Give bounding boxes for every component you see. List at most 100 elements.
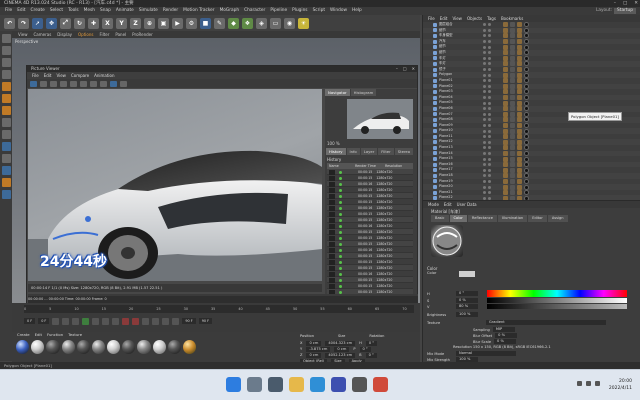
phong-tag-icon[interactable]: [503, 178, 508, 184]
material-swatch[interactable]: [107, 340, 121, 354]
visibility-flags[interactable]: [483, 79, 491, 83]
menu-item[interactable]: Motion Tracker: [183, 8, 214, 13]
pv-region-icon[interactable]: [60, 80, 67, 87]
uvw-tag-icon[interactable]: [510, 150, 515, 156]
uvw-tag-icon[interactable]: [510, 167, 515, 173]
visibility-flags[interactable]: [483, 174, 491, 178]
object-menu-item[interactable]: Tags: [487, 16, 496, 21]
render-visibility-icon[interactable]: [488, 146, 491, 150]
render-visibility-icon[interactable]: [488, 96, 491, 100]
phong-tag-icon[interactable]: [503, 128, 508, 134]
editor-visibility-icon[interactable]: [483, 90, 486, 94]
uvw-tag-icon[interactable]: [510, 95, 515, 101]
selection-tag-icon[interactable]: [517, 162, 522, 168]
visibility-flags[interactable]: [483, 151, 491, 155]
editor-visibility-icon[interactable]: [483, 123, 486, 127]
tab-histogram[interactable]: Histogram: [350, 89, 377, 96]
undo-icon[interactable]: ↶: [4, 17, 15, 29]
phong-tag-icon[interactable]: [503, 67, 508, 73]
editor-visibility-icon[interactable]: [483, 56, 486, 60]
selection-tag-icon[interactable]: [517, 22, 522, 28]
search-icon[interactable]: [247, 377, 262, 392]
object-menu-item[interactable]: Edit: [440, 16, 448, 21]
x-axis-button[interactable]: X: [102, 17, 113, 29]
render-picture-icon[interactable]: ▶: [172, 17, 183, 29]
material-swatch[interactable]: [167, 340, 181, 354]
material-swatch[interactable]: [91, 340, 106, 354]
maximize-icon[interactable]: □: [623, 0, 627, 7]
menu-item[interactable]: Create: [31, 8, 45, 13]
live-select-icon[interactable]: ➚: [32, 17, 43, 29]
render-visibility-icon[interactable]: [488, 40, 491, 44]
pv-fullscreen-icon[interactable]: [120, 80, 127, 87]
editor-visibility-icon[interactable]: [483, 112, 486, 116]
editor-visibility-icon[interactable]: [483, 34, 486, 38]
uvw-tag-icon[interactable]: [510, 106, 515, 112]
record-icon[interactable]: [122, 317, 130, 325]
selection-tag-icon[interactable]: [517, 150, 522, 156]
visibility-flags[interactable]: [483, 168, 491, 172]
attribute-tab[interactable]: Basic: [431, 215, 449, 222]
selection-tag-icon[interactable]: [517, 89, 522, 95]
visibility-flags[interactable]: [483, 96, 491, 100]
phong-tag-icon[interactable]: [503, 95, 508, 101]
attr-v-field[interactable]: 80 %: [456, 304, 478, 309]
render-visibility-icon[interactable]: [488, 51, 491, 55]
phong-tag-icon[interactable]: [503, 83, 508, 89]
visibility-flags[interactable]: [483, 107, 491, 111]
render-visibility-icon[interactable]: [488, 174, 491, 178]
phong-tag-icon[interactable]: [503, 190, 508, 196]
tab-layer[interactable]: Layer: [360, 148, 378, 155]
next-key-icon[interactable]: [102, 317, 110, 325]
phong-tag-icon[interactable]: [503, 89, 508, 95]
phong-tag-icon[interactable]: [503, 167, 508, 173]
network-icon[interactable]: [586, 381, 591, 386]
edges-mode-icon[interactable]: [1, 94, 11, 103]
editor-visibility-icon[interactable]: [483, 101, 486, 105]
attr-s-field[interactable]: 0 %: [456, 298, 478, 303]
start-frame-field[interactable]: 0 F: [24, 318, 36, 324]
uvw-tag-icon[interactable]: [510, 72, 515, 78]
material-tag-icon[interactable]: [524, 190, 529, 196]
visibility-flags[interactable]: [483, 34, 491, 38]
scale-icon[interactable]: ⤢: [60, 17, 71, 29]
visibility-flags[interactable]: [483, 90, 491, 94]
editor-visibility-icon[interactable]: [483, 168, 486, 172]
selection-tag-icon[interactable]: [517, 27, 522, 33]
material-swatch[interactable]: [16, 340, 30, 354]
tweak-mode-icon[interactable]: [1, 130, 11, 139]
render-visibility-icon[interactable]: [488, 118, 491, 122]
pv-menu-item[interactable]: Edit: [44, 73, 52, 78]
minimize-icon[interactable]: –: [614, 0, 616, 7]
rotation-key-icon[interactable]: [172, 317, 180, 325]
python-icon[interactable]: [1, 178, 11, 187]
material-tag-icon[interactable]: [524, 139, 529, 145]
material-swatch[interactable]: [122, 340, 136, 354]
phong-tag-icon[interactable]: [503, 44, 508, 50]
editor-visibility-icon[interactable]: [483, 23, 486, 27]
phong-tag-icon[interactable]: [503, 72, 508, 78]
pv-render-icon[interactable]: [50, 80, 57, 87]
camera-icon[interactable]: ◉: [284, 17, 295, 29]
material-tag-icon[interactable]: [524, 50, 529, 56]
pv-menu-item[interactable]: Animation: [94, 73, 114, 78]
menu-item[interactable]: Tools: [68, 8, 79, 13]
selection-tag-icon[interactable]: [517, 134, 522, 140]
material-swatch[interactable]: [76, 340, 90, 354]
attr-blurscale-field[interactable]: 0 %: [494, 339, 517, 344]
material-tag-icon[interactable]: [524, 39, 529, 45]
phong-tag-icon[interactable]: [503, 134, 508, 140]
material-tag-icon[interactable]: [524, 173, 529, 179]
visibility-flags[interactable]: [483, 28, 491, 32]
coord-size-y[interactable]: 0 cm: [334, 347, 350, 352]
redo-icon[interactable]: ↷: [18, 17, 29, 29]
render-visibility-icon[interactable]: [488, 163, 491, 167]
selection-tag-icon[interactable]: [517, 72, 522, 78]
editor-visibility-icon[interactable]: [483, 40, 486, 44]
phong-tag-icon[interactable]: [503, 117, 508, 123]
pv-maximize-icon[interactable]: □: [403, 66, 407, 72]
pv-menu-item[interactable]: Compare: [71, 73, 89, 78]
uvw-tag-icon[interactable]: [510, 122, 515, 128]
quantize-icon[interactable]: [1, 166, 11, 175]
render-visibility-icon[interactable]: [488, 56, 491, 60]
